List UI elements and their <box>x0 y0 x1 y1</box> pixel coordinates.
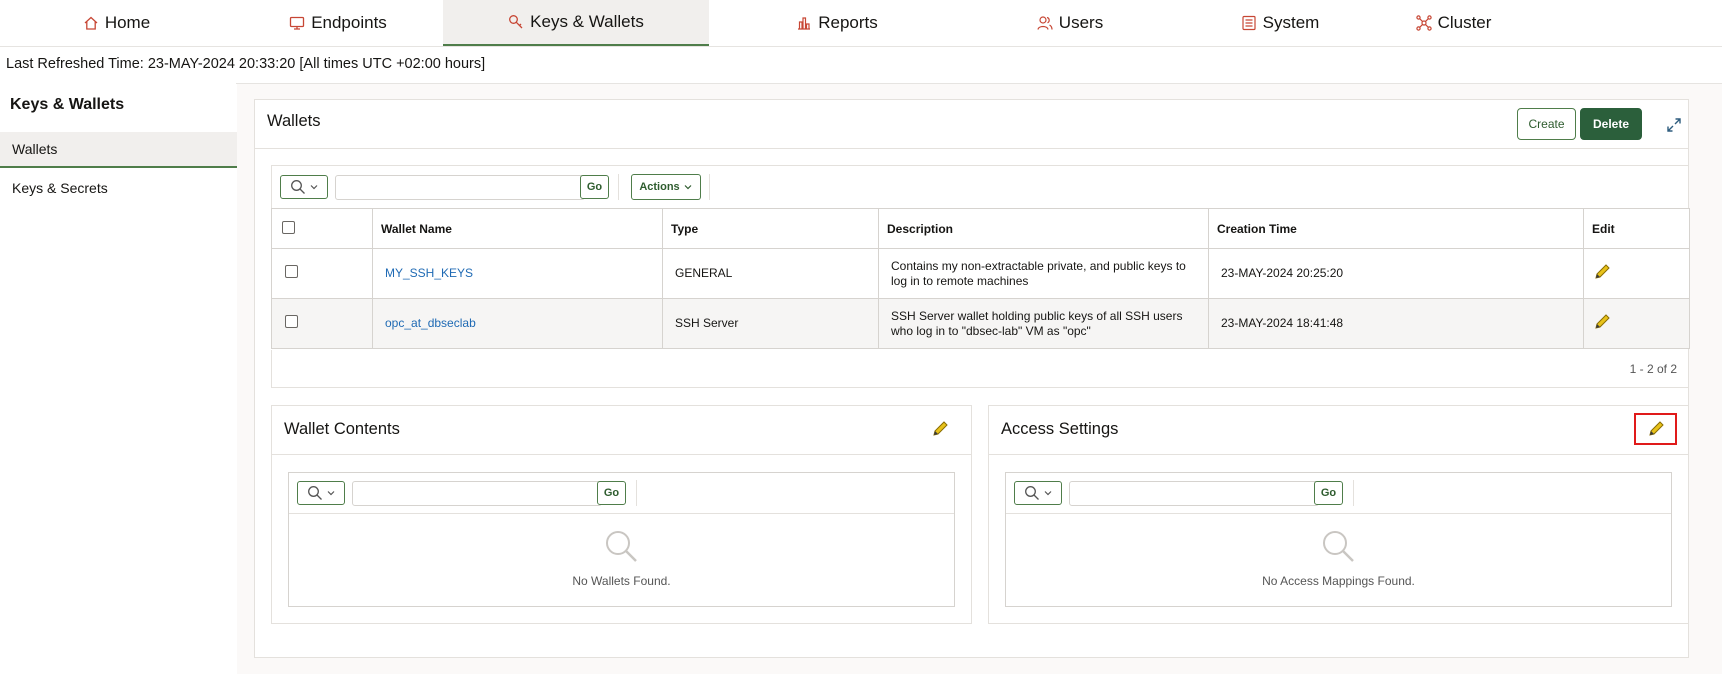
column-header: Edit <box>1583 208 1690 249</box>
go-button[interactable]: Go <box>1314 481 1343 505</box>
wallet-type-cell: GENERAL <box>662 248 879 299</box>
wallet-contents-search-input[interactable] <box>352 481 602 506</box>
wallet-name-cell: MY_SSH_KEYS <box>372 248 663 299</box>
wallet-description-cell: SSH Server wallet holding public keys of… <box>878 298 1209 349</box>
wallet-created-cell: 23-MAY-2024 18:41:48 <box>1208 298 1584 349</box>
divider <box>255 148 1688 149</box>
divider <box>989 454 1688 455</box>
tab-label: Reports <box>818 13 878 32</box>
tab-home[interactable]: Home <box>0 0 233 46</box>
row-select-cell <box>271 248 373 299</box>
pencil-icon[interactable] <box>1592 312 1612 332</box>
access-settings-search-input[interactable] <box>1069 481 1319 506</box>
wallet-name-cell: opc_at_dbseclab <box>372 298 663 349</box>
search-column-selector[interactable] <box>280 175 328 199</box>
column-header[interactable]: Description <box>878 208 1209 249</box>
tab-label: Cluster <box>1437 13 1492 32</box>
search-icon <box>290 180 305 194</box>
table-row[interactable]: opc_at_dbseclab SSH Server SSH Server wa… <box>271 298 1690 349</box>
row-select-cell <box>271 298 373 349</box>
sidebar-item-keys-secrets[interactable]: Keys & Secrets <box>0 170 237 206</box>
divider <box>618 174 619 200</box>
tab-label: System <box>1262 13 1320 32</box>
go-button[interactable]: Go <box>580 175 609 199</box>
edit-cell <box>1583 248 1690 299</box>
bar-chart-icon <box>798 17 811 30</box>
table-header-row: Wallet Name Type Description Creation Ti… <box>271 208 1690 249</box>
last-refreshed-text: Last Refreshed Time: 23-MAY-2024 20:33:2… <box>6 56 486 72</box>
wallets-search-input[interactable] <box>335 175 585 200</box>
wallet-contents-title: Wallet Contents <box>284 420 400 438</box>
pagination-text: 1 - 2 of 2 <box>1629 362 1677 376</box>
tab-system[interactable]: System <box>1175 0 1385 46</box>
wallet-type-cell: SSH Server <box>662 298 879 349</box>
go-button[interactable]: Go <box>597 481 626 505</box>
wallet-name-link[interactable]: opc_at_dbseclab <box>385 316 476 330</box>
empty-state-text: No Access Mappings Found. <box>1262 574 1415 588</box>
delete-button[interactable]: Delete <box>1580 108 1642 140</box>
row-checkbox[interactable] <box>285 315 298 328</box>
tab-label: Users <box>1058 13 1104 32</box>
sidebar-item-wallets[interactable]: Wallets <box>0 132 237 168</box>
create-button[interactable]: Create <box>1517 108 1576 140</box>
divider <box>289 513 954 514</box>
empty-state-text: No Wallets Found. <box>572 574 671 588</box>
sidebar-item-label: Wallets <box>12 141 58 157</box>
table-row[interactable]: MY_SSH_KEYS GENERAL Contains my non-extr… <box>271 248 1690 299</box>
search-column-selector[interactable] <box>1014 481 1062 505</box>
sidebar: Keys & Wallets Wallets Keys & Secrets <box>0 84 237 674</box>
wallet-created-cell: 23-MAY-2024 20:25:20 <box>1208 248 1584 299</box>
monitor-icon <box>290 16 305 30</box>
column-header[interactable]: Type <box>662 208 879 249</box>
edit-cell <box>1583 298 1690 349</box>
row-checkbox[interactable] <box>285 265 298 278</box>
wallet-name-link[interactable]: MY_SSH_KEYS <box>385 266 473 280</box>
actions-label: Actions <box>639 181 680 193</box>
home-icon <box>84 16 98 30</box>
divider <box>272 454 971 455</box>
divider <box>1006 513 1671 514</box>
search-icon <box>1323 531 1354 562</box>
select-all-cell <box>271 208 373 249</box>
tab-label: Keys & Wallets <box>530 12 644 31</box>
wallets-title: Wallets <box>267 112 321 130</box>
access-settings-title: Access Settings <box>1001 420 1119 438</box>
list-icon <box>1242 15 1256 31</box>
column-header[interactable]: Wallet Name <box>372 208 663 249</box>
chevron-down-icon <box>1044 491 1051 496</box>
tab-label: Home <box>104 13 151 32</box>
divider <box>709 174 710 200</box>
chevron-down-icon <box>310 185 317 190</box>
divider <box>1353 480 1354 506</box>
key-icon <box>509 15 523 29</box>
chevron-down-icon <box>684 185 692 190</box>
tab-reports[interactable]: Reports <box>709 0 965 46</box>
sidebar-item-label: Keys & Secrets <box>12 180 108 196</box>
pagination-bar <box>271 350 1689 388</box>
column-header[interactable]: Creation Time <box>1208 208 1584 249</box>
tab-label: Endpoints <box>311 13 387 32</box>
sidebar-title: Keys & Wallets <box>10 96 125 113</box>
expand-icon[interactable] <box>1661 114 1687 136</box>
wallet-description-cell: Contains my non-extractable private, and… <box>878 248 1209 299</box>
search-icon <box>1024 486 1039 500</box>
tab-users[interactable]: Users <box>965 0 1175 46</box>
tab-cluster[interactable]: Cluster <box>1385 0 1522 46</box>
tab-endpoints[interactable]: Endpoints <box>233 0 443 46</box>
pencil-icon[interactable] <box>1592 262 1612 282</box>
network-icon <box>1415 15 1432 31</box>
top-navigation: Home Endpoints Keys & Wallets Reports Us… <box>0 0 1722 47</box>
search-icon <box>606 531 637 562</box>
chevron-down-icon <box>327 491 334 496</box>
tab-keys-wallets[interactable]: Keys & Wallets <box>443 0 709 46</box>
search-icon <box>307 486 322 500</box>
pencil-icon[interactable] <box>929 418 951 440</box>
wallets-table: Wallet Name Type Description Creation Ti… <box>271 208 1690 349</box>
highlight-box <box>1634 413 1677 445</box>
users-icon <box>1037 16 1053 30</box>
divider <box>636 480 637 506</box>
search-column-selector[interactable] <box>297 481 345 505</box>
select-all-checkbox[interactable] <box>282 220 295 234</box>
actions-menu-button[interactable]: Actions <box>631 174 701 200</box>
